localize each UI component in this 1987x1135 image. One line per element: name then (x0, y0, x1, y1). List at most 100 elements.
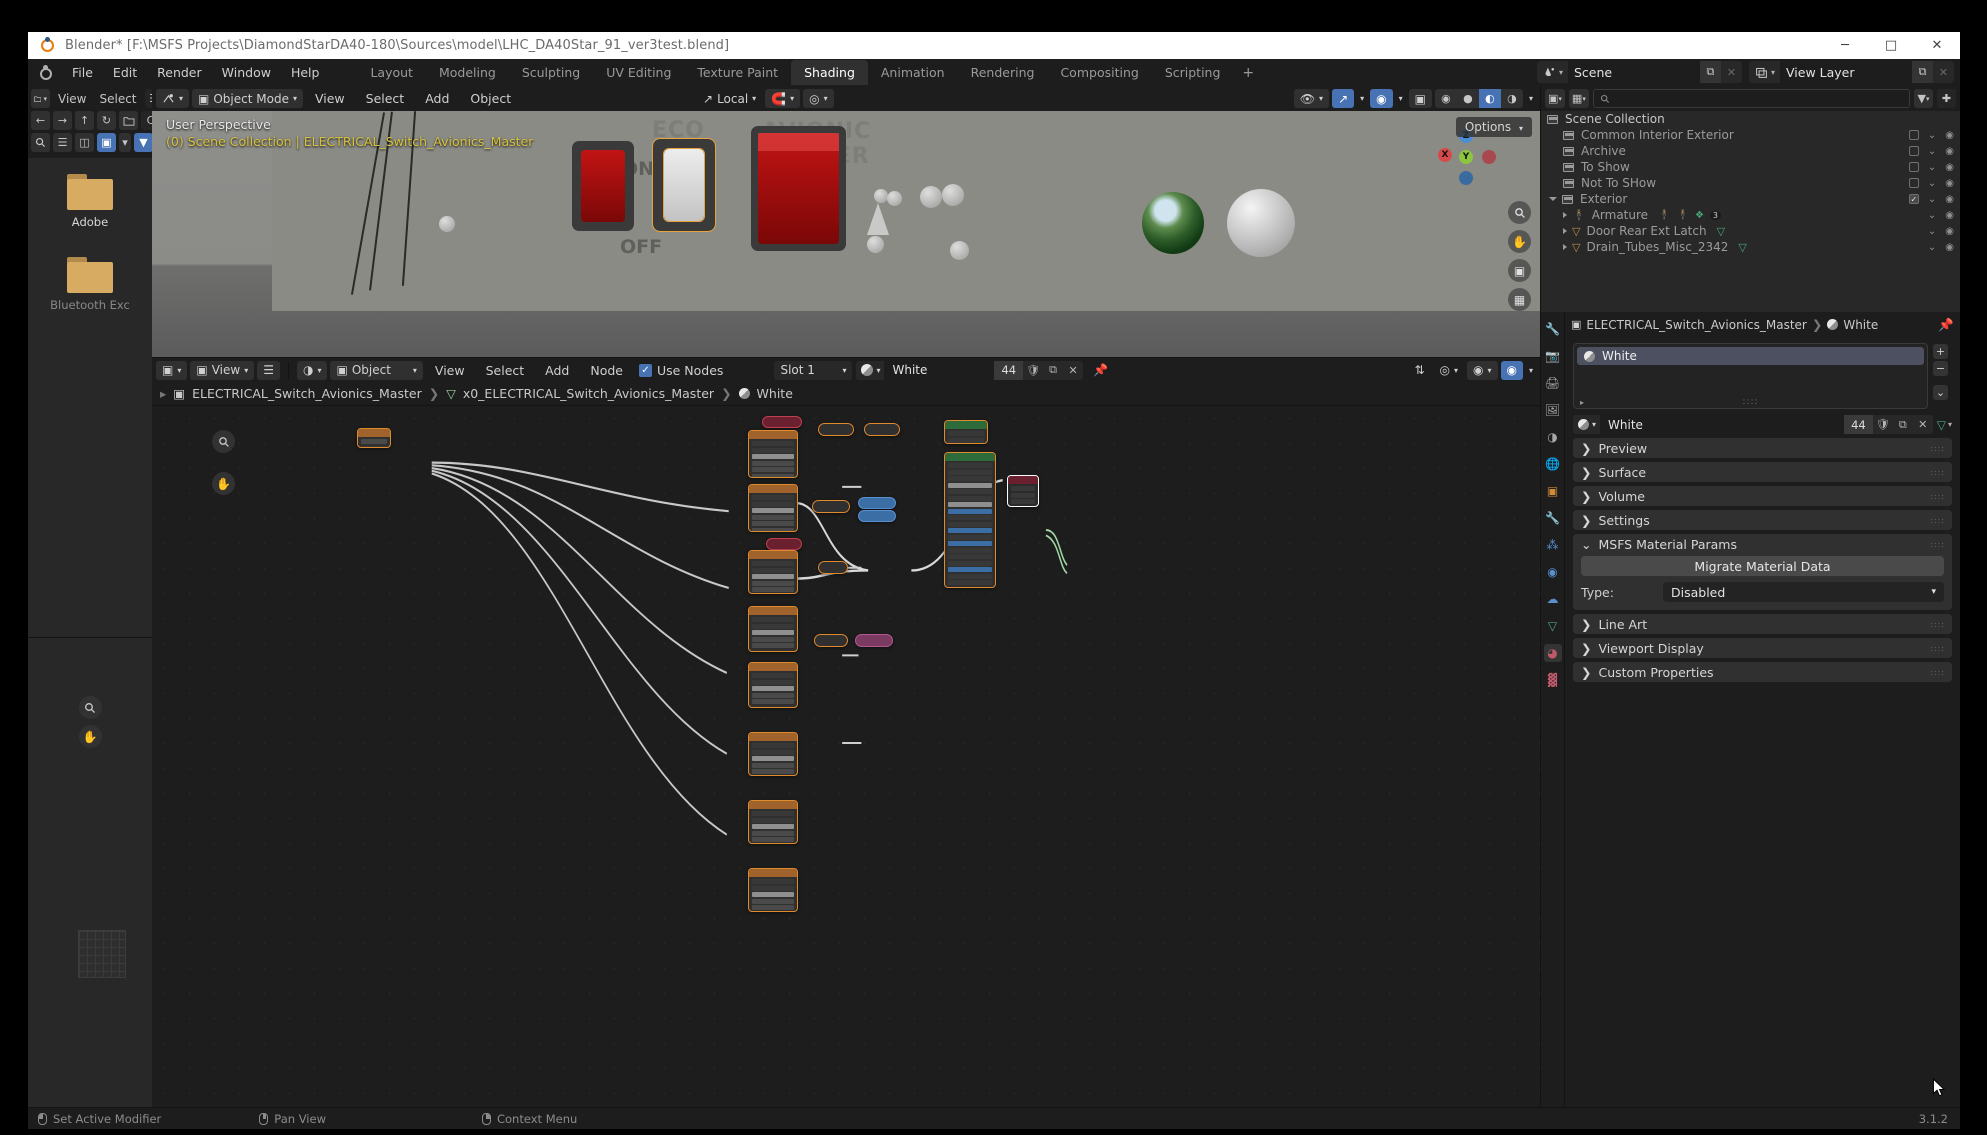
exclude-checkbox[interactable]: ✓ (1909, 194, 1919, 204)
resize-grip-icon[interactable]: :::: (1930, 644, 1945, 653)
material-selector[interactable]: ▾ White 44 🛡 ⧉ ✕ (856, 361, 1083, 380)
section-header[interactable]: ❯ Line Art :::: (1573, 614, 1952, 634)
camera-icon[interactable]: ▣ (1508, 259, 1531, 282)
tab-shading[interactable]: Shading (791, 60, 868, 85)
section-header[interactable]: ❯ Preview :::: (1573, 438, 1952, 458)
section-viewport-display[interactable]: ❯ Viewport Display :::: (1573, 638, 1952, 658)
outliner-row-common-interior-exterior[interactable]: Common Interior Exterior ⌄ ◉ (1541, 127, 1960, 143)
expand-triangle-icon[interactable] (1549, 197, 1557, 201)
shading-wireframe-icon[interactable]: ◉ (1435, 89, 1457, 108)
constraints-tab[interactable]: ☁ (1544, 590, 1562, 608)
viewport-editor-type-button[interactable]: ▾ (156, 89, 189, 108)
pin-icon[interactable]: 📌 (1938, 317, 1954, 333)
outliner-row-door-rear-ext-latch[interactable]: ▽ Door Rear Ext Latch ▽ ⌄ ◉ (1541, 223, 1960, 239)
hide-icon[interactable]: ⌄ (1928, 162, 1936, 173)
maximize-button[interactable]: □ (1868, 32, 1914, 59)
remove-material-slot-button[interactable]: − (1933, 361, 1948, 376)
minimize-button[interactable]: ─ (1822, 32, 1868, 59)
editor-type-button[interactable]: ▾ (31, 89, 50, 108)
snap-icon[interactable]: ⇅ (1408, 361, 1430, 380)
outliner-tree[interactable]: Scene Collection Common Interior Exterio… (1541, 111, 1960, 312)
node-canvas[interactable]: ✋ (152, 406, 1540, 1107)
shading-material-preview-icon[interactable]: ◐ (1479, 89, 1501, 108)
resize-grip-icon[interactable]: :::: (1930, 516, 1945, 525)
tab-scripting[interactable]: Scripting (1152, 60, 1234, 85)
render-visibility-icon[interactable]: ◉ (1945, 194, 1954, 205)
file-menu-select[interactable]: Select (94, 92, 141, 106)
shader-editor-type-button[interactable]: ▣▾ (156, 361, 187, 380)
gizmos-icon[interactable]: ↗ (1332, 89, 1354, 108)
data-tab[interactable]: ▽ (1544, 617, 1562, 635)
render-visibility-icon[interactable]: ◉ (1945, 130, 1954, 141)
texture-tab[interactable]: ▓ (1544, 671, 1562, 689)
hide-icon[interactable]: ⌄ (1928, 242, 1936, 253)
shading-rendered-icon[interactable]: ◑ (1501, 89, 1523, 108)
node-pill-c[interactable] (818, 561, 848, 574)
section-header[interactable]: ❯ Viewport Display :::: (1573, 638, 1952, 658)
expand-triangle-icon[interactable]: ▸ (1580, 398, 1585, 407)
shading-solid-icon[interactable]: ● (1457, 89, 1479, 108)
expand-triangle-icon[interactable] (1563, 228, 1567, 234)
node-image-texture-8[interactable] (748, 868, 798, 912)
exclude-checkbox[interactable] (1909, 130, 1919, 140)
overlays-icon[interactable]: ◉ (1370, 89, 1392, 108)
gizmos-chevron-icon[interactable]: ▾ (1357, 89, 1367, 108)
shader-hamburger-icon[interactable]: ☰ (257, 361, 280, 380)
exclude-checkbox[interactable] (1909, 178, 1919, 188)
node-image-texture-3[interactable] (748, 550, 798, 594)
section-header[interactable]: ⌄ MSFS Material Params :::: (1573, 534, 1952, 554)
node-mix-b[interactable] (812, 500, 850, 513)
hide-icon[interactable]: ⌄ (1928, 146, 1936, 157)
section-preview[interactable]: ❯ Preview :::: (1573, 438, 1952, 458)
viewport-menu-select[interactable]: Select (357, 88, 414, 109)
shader-menu-view[interactable]: View (426, 360, 474, 381)
node-pill-top[interactable] (762, 416, 802, 428)
snap-magnet-icon[interactable]: 🧲▾ (765, 89, 800, 108)
outliner-row-not-to-show[interactable]: Not To SHow ⌄ ◉ (1541, 175, 1960, 191)
viewport-menu-object[interactable]: Object (461, 88, 520, 109)
outliner-filter-icon[interactable]: ▼▾ (1914, 89, 1933, 108)
blender-menu-icon[interactable] (38, 65, 54, 81)
expand-triangle-icon[interactable] (1563, 244, 1567, 250)
tab-texture-paint[interactable]: Texture Paint (684, 60, 791, 85)
remove-view-layer-button[interactable]: ✕ (1933, 61, 1954, 83)
pan-icon[interactable]: ✋ (79, 725, 102, 748)
add-material-slot-button[interactable]: + (1933, 344, 1948, 359)
tab-compositing[interactable]: Compositing (1047, 60, 1151, 85)
shield-icon[interactable]: 🛡 (1023, 361, 1043, 380)
display-mode-thumbnails-icon[interactable]: ▣ (97, 133, 116, 152)
node-image-texture-1[interactable] (748, 430, 798, 478)
outliner-row-drain-tubes[interactable]: ▽ Drain_Tubes_Misc_2342 ▽ ⌄ ◉ (1541, 239, 1960, 255)
render-visibility-icon[interactable]: ◉ (1945, 146, 1954, 157)
tab-layout[interactable]: Layout (357, 60, 426, 85)
tool-tab[interactable]: 🔧 (1544, 320, 1562, 338)
section-header[interactable]: ❯ Settings :::: (1573, 510, 1952, 530)
modifier-tab[interactable]: 🔧 (1544, 509, 1562, 527)
refresh-button[interactable]: ↻ (97, 111, 116, 130)
hide-icon[interactable]: ⌄ (1928, 194, 1936, 205)
physics-tab[interactable]: ◉ (1544, 563, 1562, 581)
resize-grip-icon[interactable]: :::: (1930, 668, 1945, 677)
material-tab[interactable]: ◕ (1544, 644, 1562, 662)
shading-chevron-icon[interactable]: ▾ (1526, 89, 1536, 108)
material-browse-icon[interactable]: ▾ (1573, 415, 1600, 434)
breadcrumb-collapse-icon[interactable]: ▸ (160, 386, 166, 401)
output-tab[interactable]: 🖨 (1544, 374, 1562, 392)
mesh-data-icon[interactable]: ▽▾ (1937, 418, 1952, 432)
section-volume[interactable]: ❯ Volume :::: (1573, 486, 1952, 506)
view-layer-selector[interactable]: ▾ View Layer ⧉ ✕ (1749, 61, 1954, 83)
properties-breadcrumb-object[interactable]: ELECTRICAL_Switch_Avionics_Master (1586, 318, 1806, 332)
overlays-icon[interactable]: ◉▾ (1467, 361, 1498, 380)
breadcrumb-mesh[interactable]: x0_ELECTRICAL_Switch_Avionics_Master (463, 386, 714, 401)
node-msfs-material-group[interactable] (944, 452, 996, 588)
zoom-icon[interactable] (212, 430, 235, 453)
material-slot-list[interactable]: White ▸ :::: + − ⌄ (1573, 343, 1928, 409)
display-mode-chevron-icon[interactable]: ▾ (119, 133, 131, 152)
viewport-options-button[interactable]: Options ▾ (1456, 117, 1532, 137)
shader-preview-icon[interactable]: ◉ (1501, 361, 1523, 380)
outliner-row-armature[interactable]: 🕴 Armature 🕴 🕴 ❖ 3 ⌄ ◉ (1541, 207, 1960, 223)
exclude-checkbox[interactable] (1909, 162, 1919, 172)
nav-forward-button[interactable]: → (53, 111, 72, 130)
render-visibility-icon[interactable]: ◉ (1945, 162, 1954, 173)
node-blue-1[interactable] (858, 497, 896, 509)
